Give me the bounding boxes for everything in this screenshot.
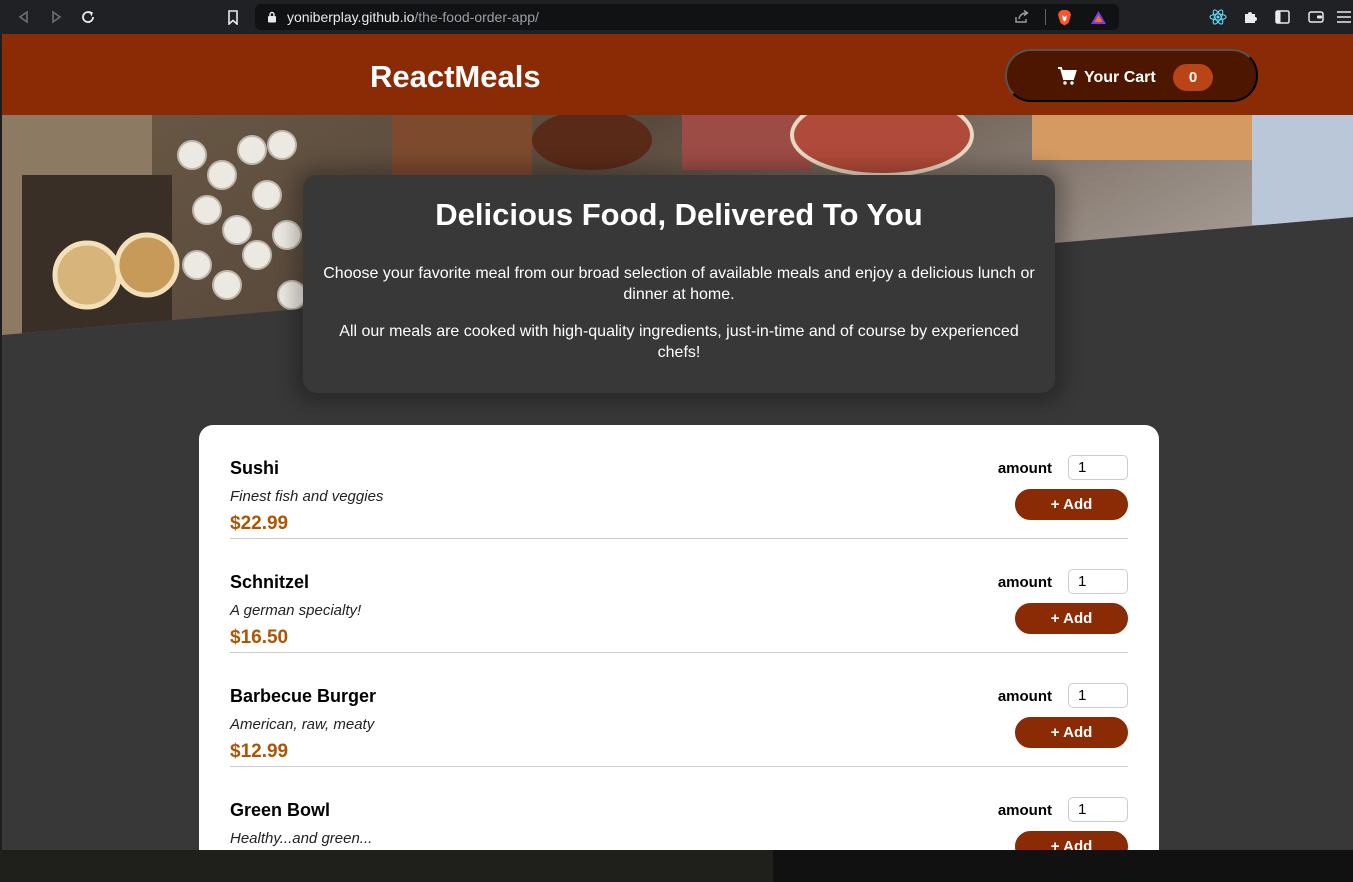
meals-summary: Delicious Food, Delivered To You Choose … bbox=[303, 175, 1055, 393]
add-button[interactable]: + Add bbox=[1015, 831, 1128, 850]
react-devtools-icon[interactable] bbox=[1206, 5, 1230, 29]
back-icon[interactable] bbox=[12, 5, 36, 29]
cart-icon bbox=[1057, 66, 1077, 86]
meal-description: Healthy...and green... bbox=[230, 830, 373, 847]
cart-button[interactable]: Your Cart 0 bbox=[1005, 49, 1258, 102]
amount-label: amount bbox=[997, 574, 1052, 591]
forward-icon[interactable] bbox=[44, 5, 68, 29]
url-path: /the-food-order-app/ bbox=[414, 9, 539, 25]
sidebar-toggle-icon[interactable] bbox=[1270, 5, 1294, 29]
lock-icon bbox=[267, 11, 277, 23]
meal-description: American, raw, meaty bbox=[230, 716, 375, 733]
separator bbox=[1045, 9, 1046, 25]
brand-logo: ReactMeals bbox=[370, 59, 541, 94]
meal-description: A german specialty! bbox=[230, 602, 362, 619]
bookmark-icon[interactable] bbox=[221, 5, 245, 29]
desktop-taskbar-right bbox=[773, 850, 1353, 882]
meal-item: Green Bowl Healthy...and green... amount… bbox=[230, 767, 1128, 850]
amount-label: amount bbox=[997, 802, 1052, 819]
reload-icon[interactable] bbox=[76, 5, 100, 29]
extensions-icon[interactable] bbox=[1238, 5, 1262, 29]
rewards-triangle-icon[interactable] bbox=[1089, 9, 1107, 25]
meal-name: Sushi bbox=[230, 458, 280, 478]
meal-name: Schnitzel bbox=[230, 572, 310, 592]
browser-toolbar: yoniberplay.github.io/the-food-order-app… bbox=[0, 0, 1353, 34]
app-viewport: ReactMeals Your Cart 0 Delicious Food, D… bbox=[2, 34, 1353, 850]
add-button[interactable]: + Add bbox=[1015, 717, 1128, 748]
summary-paragraph: Choose your favorite meal from our broad… bbox=[323, 265, 1035, 303]
summary-paragraph: All our meals are cooked with high-quali… bbox=[339, 323, 1019, 361]
amount-label: amount bbox=[997, 688, 1052, 705]
brave-shield-icon[interactable] bbox=[1055, 9, 1073, 25]
amount-label: amount bbox=[997, 460, 1052, 477]
amount-input[interactable] bbox=[1068, 683, 1128, 708]
cart-label: Your Cart bbox=[1084, 69, 1156, 86]
amount-input[interactable] bbox=[1068, 569, 1128, 594]
meal-name: Green Bowl bbox=[230, 800, 331, 820]
amount-input[interactable] bbox=[1068, 797, 1128, 822]
wallet-icon[interactable] bbox=[1304, 5, 1328, 29]
add-button[interactable]: + Add bbox=[1015, 603, 1128, 634]
meal-description: Finest fish and veggies bbox=[230, 488, 384, 505]
app-header: ReactMeals Your Cart 0 bbox=[2, 34, 1353, 115]
meal-price: $22.99 bbox=[230, 513, 289, 534]
meal-price: $16.50 bbox=[230, 627, 289, 648]
meal-item: Sushi Finest fish and veggies $22.99 amo… bbox=[230, 425, 1128, 539]
meal-item: Barbecue Burger American, raw, meaty $12… bbox=[230, 653, 1128, 767]
meal-item: Schnitzel A german specialty! $16.50 amo… bbox=[230, 539, 1128, 653]
url-host: yoniberplay.github.io bbox=[287, 9, 415, 25]
meal-name: Barbecue Burger bbox=[230, 686, 377, 706]
address-bar[interactable]: yoniberplay.github.io/the-food-order-app… bbox=[255, 4, 1119, 30]
available-meals-card: Sushi Finest fish and veggies $22.99 amo… bbox=[199, 425, 1159, 850]
meal-price: $12.99 bbox=[230, 741, 289, 762]
menu-icon[interactable] bbox=[1332, 5, 1353, 29]
add-button[interactable]: + Add bbox=[1015, 489, 1128, 520]
cart-count-badge: 0 bbox=[1173, 64, 1213, 91]
share-icon[interactable] bbox=[1013, 9, 1031, 25]
amount-input[interactable] bbox=[1068, 455, 1128, 480]
summary-title: Delicious Food, Delivered To You bbox=[435, 197, 923, 232]
